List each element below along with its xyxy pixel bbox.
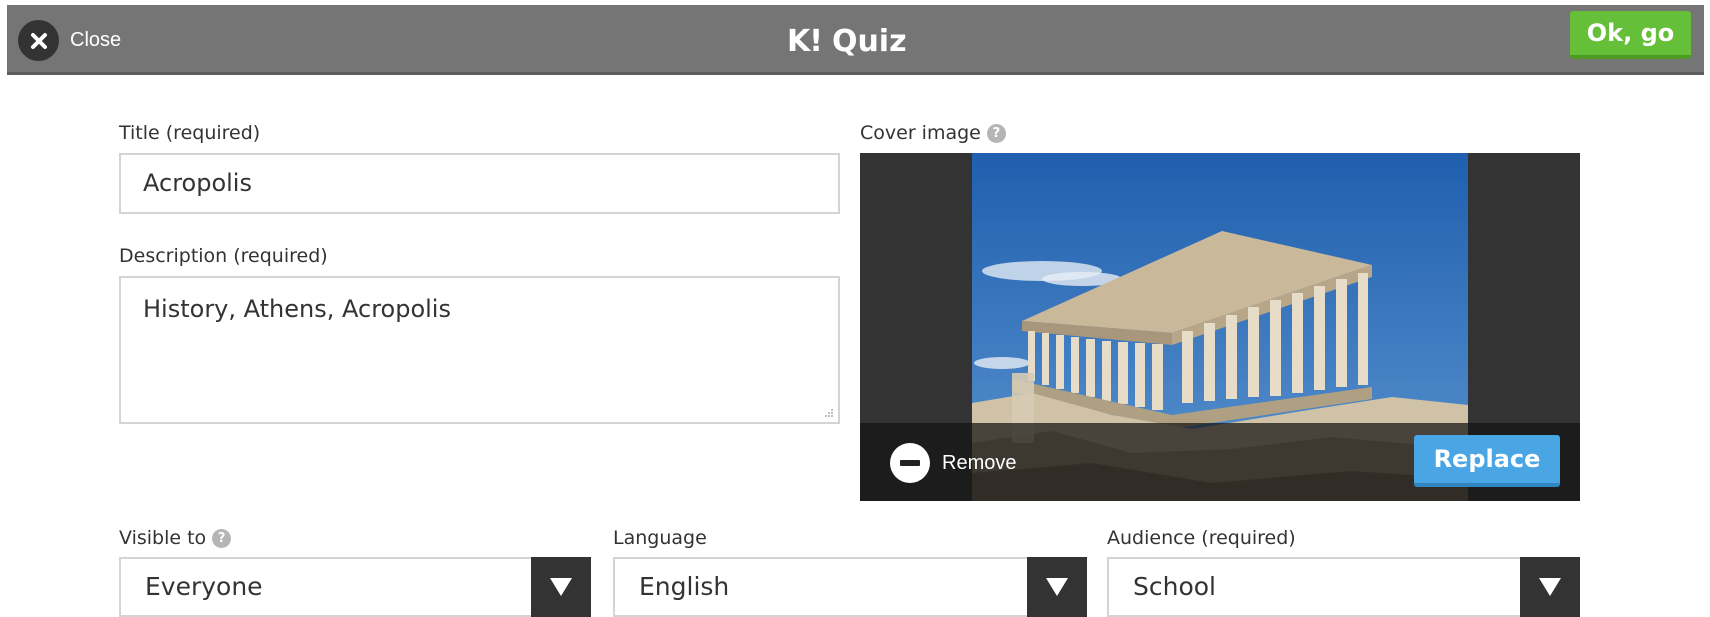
description-textarea[interactable]: History, Athens, Acropolis	[119, 276, 840, 424]
remove-label: Remove	[942, 451, 1017, 474]
cover-image-actions: Remove Replace	[860, 423, 1580, 501]
ok-go-button[interactable]: Ok, go	[1570, 11, 1691, 59]
close-label: Close	[70, 29, 122, 51]
visible-to-label-text: Visible to	[119, 527, 207, 549]
top-bar: Close K! Quiz Ok, go	[7, 5, 1704, 75]
language-label: Language	[613, 527, 707, 549]
language-value: English	[639, 572, 730, 601]
title-input-value: Acropolis	[143, 169, 252, 197]
audience-label: Audience (required)	[1107, 527, 1296, 549]
dropdown-arrow-icon[interactable]	[531, 557, 591, 617]
dropdown-arrow-icon[interactable]	[1520, 557, 1580, 617]
close-button[interactable]: Close	[18, 20, 121, 61]
help-icon[interactable]: ?	[212, 528, 232, 548]
visible-to-select[interactable]: Everyone	[119, 557, 591, 617]
resize-grip-icon[interactable]	[824, 408, 834, 418]
visible-to-label: Visible to ?	[119, 526, 232, 550]
help-icon[interactable]: ?	[986, 123, 1006, 143]
description-label: Description (required)	[119, 245, 328, 267]
close-icon	[18, 20, 59, 61]
title-label: Title (required)	[119, 122, 261, 144]
title-input[interactable]: Acropolis	[119, 153, 840, 214]
kahoot-logo: K!	[787, 23, 823, 59]
remove-icon	[890, 443, 930, 483]
remove-image-button[interactable]: Remove	[890, 443, 1016, 483]
page-title: Quiz	[831, 23, 907, 59]
audience-value: School	[1133, 572, 1216, 601]
language-select[interactable]: English	[613, 557, 1087, 617]
dropdown-arrow-icon[interactable]	[1027, 557, 1087, 617]
brand: K! Quiz	[787, 21, 907, 61]
audience-select[interactable]: School	[1107, 557, 1580, 617]
replace-image-button[interactable]: Replace	[1414, 435, 1560, 487]
cover-image-label: Cover image ?	[860, 121, 1006, 145]
visible-to-value: Everyone	[145, 572, 263, 601]
cover-image-panel: Remove Replace	[860, 153, 1580, 501]
cover-image-label-text: Cover image	[860, 122, 981, 144]
description-textarea-value: History, Athens, Acropolis	[143, 295, 451, 323]
